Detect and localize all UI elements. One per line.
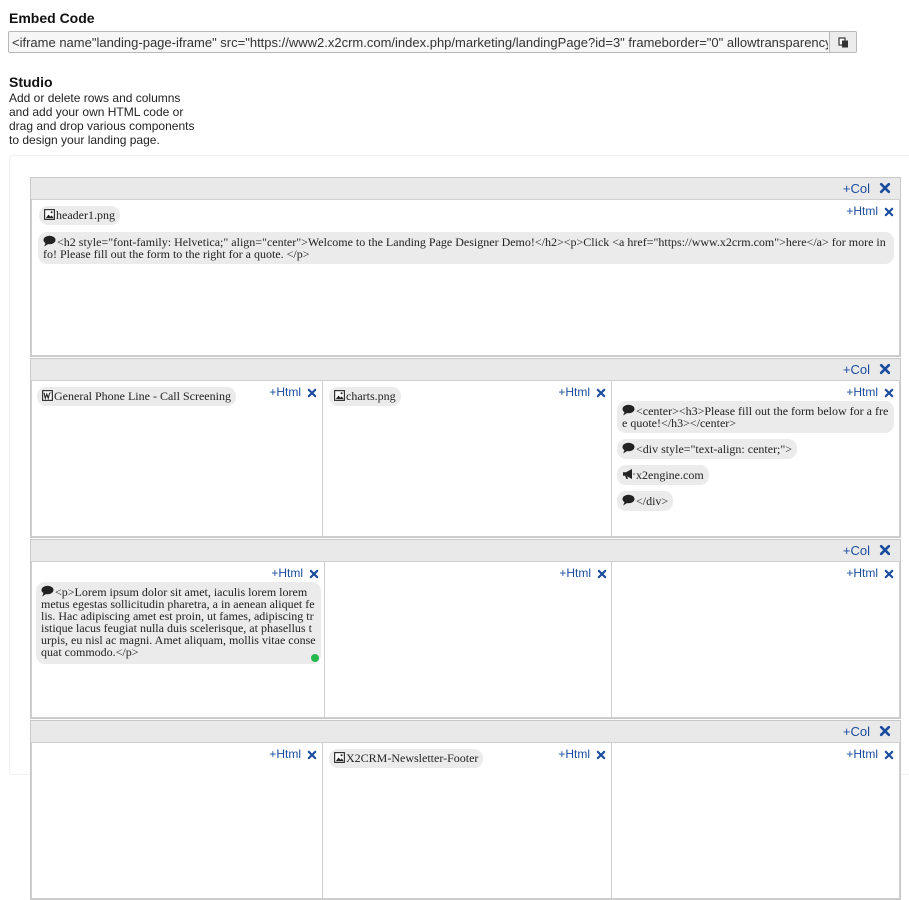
component-label: <h2 style="font-family: Helvetica;" alig… <box>43 235 886 261</box>
comment-icon <box>41 585 54 597</box>
web-form-icon <box>42 390 53 401</box>
html-component[interactable]: <h2 style="font-family: Helvetica;" alig… <box>38 232 894 264</box>
delete-column-icon[interactable] <box>307 388 317 398</box>
layout-column: +Html <box>611 561 900 718</box>
layout-column: +Html <box>324 561 613 718</box>
html-component[interactable]: <p>Lorem ipsum dolor sit amet, iaculis l… <box>36 582 321 664</box>
add-html-button[interactable]: +Html <box>269 385 301 399</box>
html-component[interactable]: </div> <box>617 491 674 511</box>
add-column-button[interactable]: +Col <box>843 724 870 739</box>
component-label: General Phone Line - Call Screening <box>54 389 231 403</box>
delete-row-icon[interactable] <box>879 363 891 375</box>
add-html-button[interactable]: +Html <box>846 566 878 580</box>
delete-column-icon[interactable] <box>597 569 607 579</box>
copy-icon <box>837 36 848 47</box>
delete-column-icon[interactable] <box>884 388 894 398</box>
comment-icon <box>622 494 635 506</box>
delete-column-icon[interactable] <box>884 569 894 579</box>
layout-column: +Html X2CRM-Newsletter-Footer <box>322 742 612 899</box>
layout-row: +Col +Html header1.png <h2 style="font-f… <box>30 177 901 357</box>
add-column-button[interactable]: +Col <box>843 181 870 196</box>
delete-column-icon[interactable] <box>596 388 606 398</box>
studio-description-line: to design your landing page. <box>9 133 160 147</box>
comment-icon <box>43 235 56 247</box>
add-html-button[interactable]: +Html <box>558 747 590 761</box>
layout-row: +Col +Html General Phone Line - Call Scr… <box>30 358 901 538</box>
add-html-button[interactable]: +Html <box>846 385 878 399</box>
delete-column-icon[interactable] <box>884 207 894 217</box>
web-form-component[interactable]: General Phone Line - Call Screening <box>37 387 236 406</box>
layout-column: +Html header1.png <h2 style="font-family… <box>31 199 900 356</box>
layout-row: +Col +Html +Html X2CRM-Newsletter-Footer… <box>30 720 901 900</box>
layout-column: +Html <box>611 742 900 899</box>
studio-description: Add or delete rows and columns and add y… <box>9 91 209 147</box>
embed-code-title: Embed Code <box>9 10 95 26</box>
status-dot <box>311 654 319 662</box>
row-toolbar[interactable]: +Col <box>31 178 900 199</box>
image-icon <box>334 752 345 763</box>
comment-icon <box>622 442 635 454</box>
row-toolbar[interactable]: +Col <box>31 721 900 742</box>
image-component[interactable]: charts.png <box>329 387 401 406</box>
embed-code-box <box>8 31 857 53</box>
image-icon <box>44 209 55 220</box>
studio-description-line: Add or delete rows and columns <box>9 91 181 105</box>
html-component[interactable]: <center><h3>Please fill out the form bel… <box>617 401 894 433</box>
add-html-button[interactable]: +Html <box>846 747 878 761</box>
delete-column-icon[interactable] <box>596 750 606 760</box>
add-column-button[interactable]: +Col <box>843 362 870 377</box>
component-label: <p>Lorem ipsum dolor sit amet, iaculis l… <box>41 585 316 659</box>
component-label: X2CRM-Newsletter-Footer <box>346 751 479 765</box>
row-toolbar[interactable]: +Col <box>31 359 900 380</box>
image-icon <box>334 390 345 401</box>
add-html-button[interactable]: +Html <box>559 566 591 580</box>
delete-row-icon[interactable] <box>879 182 891 194</box>
delete-column-icon[interactable] <box>307 750 317 760</box>
add-html-button[interactable]: +Html <box>269 747 301 761</box>
row-toolbar[interactable]: +Col <box>31 540 900 561</box>
component-label: <center><h3>Please fill out the form bel… <box>622 404 889 430</box>
add-column-button[interactable]: +Col <box>843 543 870 558</box>
delete-column-icon[interactable] <box>309 569 319 579</box>
layout-column: +Html General Phone Line - Call Screenin… <box>31 380 323 537</box>
image-component[interactable]: X2CRM-Newsletter-Footer <box>329 749 484 768</box>
component-label: </div> <box>636 494 669 508</box>
component-label: x2engine.com <box>636 468 704 482</box>
add-html-button[interactable]: +Html <box>846 204 878 218</box>
comment-icon <box>622 404 635 416</box>
delete-row-icon[interactable] <box>879 725 891 737</box>
layout-column: +Html <p>Lorem ipsum dolor sit amet, iac… <box>31 561 325 718</box>
add-html-button[interactable]: +Html <box>271 566 303 580</box>
image-component[interactable]: header1.png <box>39 206 120 225</box>
layout-column: +Html <box>31 742 323 899</box>
delete-row-icon[interactable] <box>879 544 891 556</box>
megaphone-icon <box>622 468 635 480</box>
layout-row: +Col +Html <p>Lorem ipsum dolor sit amet… <box>30 539 901 719</box>
studio-description-line: drag and drop various components <box>9 119 195 133</box>
component-label: charts.png <box>346 389 396 403</box>
layout-column: +Html charts.png <box>322 380 612 537</box>
campaign-component[interactable]: x2engine.com <box>617 465 709 485</box>
studio-description-line: and add your own HTML code or <box>9 105 184 119</box>
delete-column-icon[interactable] <box>884 750 894 760</box>
add-html-button[interactable]: +Html <box>558 385 590 399</box>
layout-column: +Html <center><h3>Please fill out the fo… <box>611 380 900 537</box>
component-label: <div style="text-align: center;"> <box>636 442 793 456</box>
component-label: header1.png <box>56 208 115 222</box>
studio-title: Studio <box>9 74 53 90</box>
copy-button[interactable] <box>829 32 856 52</box>
embed-code-input[interactable] <box>9 32 831 52</box>
html-component[interactable]: <div style="text-align: center;"> <box>617 439 798 459</box>
